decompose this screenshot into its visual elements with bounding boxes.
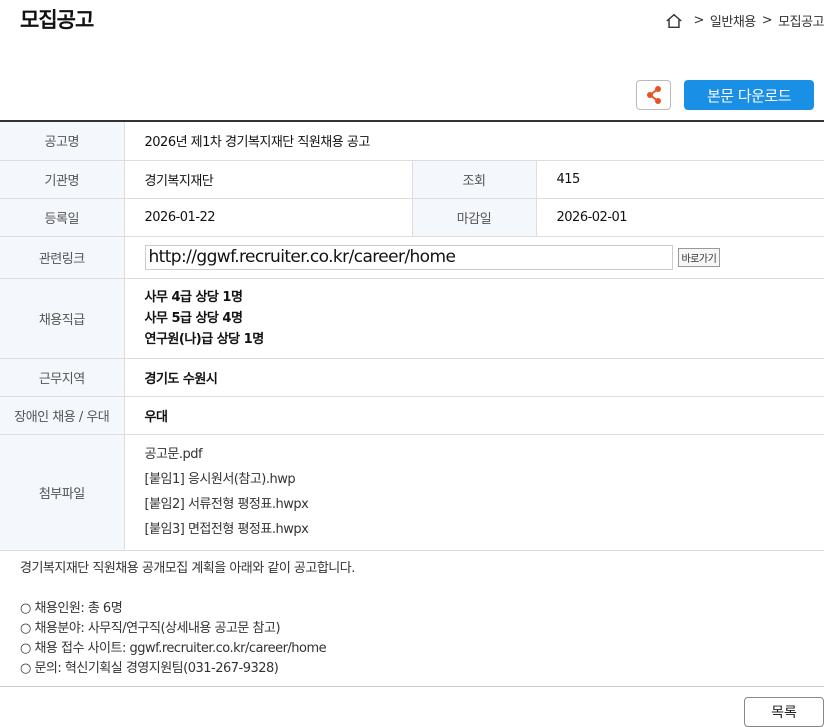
position-item: 사무 5급 상당 4명 (144, 310, 243, 326)
breadcrumb-item-general[interactable]: 일반채용 (710, 11, 756, 30)
breadcrumb-separator: > (693, 13, 705, 28)
breadcrumb-separator: > (761, 13, 773, 28)
positions-label: 채용직급 (0, 278, 125, 359)
notice-item: ○ 채용인원: 총 6명 (20, 601, 123, 616)
go-link-button[interactable]: 바로가기 (677, 247, 721, 267)
notice-item: ○ 채용 접수 사이트: ggwf.recruiter.co.kr/career… (20, 641, 327, 656)
org-value: 경기복지재단 (124, 160, 413, 199)
table-row: 첨부파일 공고문.pdf [붙임1] 응시원서(참고).hwp [붙임2] 서류… (0, 434, 824, 551)
breadcrumb: > 일반채용 > 모집공고 (665, 11, 824, 30)
table-row: 기관명 경기복지재단 조회 415 (0, 160, 824, 199)
link-label: 관련링크 (0, 236, 125, 279)
title-value: 2026년 제1차 경기복지재단 직원채용 공고 (124, 121, 824, 161)
reg-date-value: 2026-01-22 (124, 198, 413, 237)
org-label: 기관명 (0, 160, 125, 199)
files-label: 첨부파일 (0, 434, 125, 551)
disability-label: 장애인 채용 / 우대 (0, 396, 125, 435)
breadcrumb-item-current[interactable]: 모집공고 (778, 11, 824, 30)
table-row: 채용직급 사무 4급 상당 1명 사무 5급 상당 4명 연구원(나)급 상당 … (0, 278, 824, 359)
list-button[interactable]: 목록 (744, 697, 824, 727)
home-icon[interactable] (665, 12, 683, 30)
notice-item: ○ 문의: 혁신기획실 경영지원팀(031-267-9328) (20, 661, 279, 676)
table-row: 등록일 2026-01-22 마감일 2026-02-01 (0, 198, 824, 237)
views-value: 415 (536, 160, 824, 199)
region-label: 근무지역 (0, 358, 125, 397)
position-item: 사무 4급 상당 1명 (144, 289, 243, 305)
link-cell: http://ggwf.recruiter.co.kr/career/home 바… (124, 236, 824, 279)
files-cell: 공고문.pdf [붙임1] 응시원서(참고).hwp [붙임2] 서류전형 평정… (124, 434, 824, 551)
attachment-link[interactable]: [붙임2] 서류전형 평정표.hwpx (145, 492, 824, 517)
notice-intro: 경기복지재단 직원채용 공개모집 계획을 아래와 같이 공고합니다. (20, 561, 355, 576)
attachment-link[interactable]: 공고문.pdf (145, 442, 824, 467)
reg-date-label: 등록일 (0, 198, 125, 237)
deadline-value: 2026-02-01 (536, 198, 824, 237)
attachment-link[interactable]: [붙임1] 응시원서(참고).hwp (145, 467, 824, 492)
deadline-label: 마감일 (412, 198, 537, 237)
positions-cell: 사무 4급 상당 1명 사무 5급 상당 4명 연구원(나)급 상당 1명 (124, 278, 824, 359)
views-label: 조회 (412, 160, 537, 199)
attachment-link[interactable]: [붙임3] 면접전형 평정표.hwpx (145, 517, 824, 542)
region-value: 경기도 수원시 (124, 358, 824, 397)
position-item: 연구원(나)급 상당 1명 (144, 331, 265, 347)
table-row: 근무지역 경기도 수원시 (0, 358, 824, 397)
divider (0, 686, 824, 687)
posting-info-table: 공고명 2026년 제1차 경기복지재단 직원채용 공고 기관명 경기복지재단 … (0, 120, 824, 551)
notice-body: 경기복지재단 직원채용 공개모집 계획을 아래와 같이 공고합니다. ○ 채용인… (20, 559, 355, 679)
share-button[interactable] (636, 80, 671, 110)
table-row: 장애인 채용 / 우대 우대 (0, 396, 824, 435)
disability-value: 우대 (124, 396, 824, 435)
table-row: 공고명 2026년 제1차 경기복지재단 직원채용 공고 (0, 121, 824, 161)
table-row: 관련링크 http://ggwf.recruiter.co.kr/career/… (0, 236, 824, 279)
title-label: 공고명 (0, 121, 125, 161)
page-title: 모집공고 (20, 8, 94, 32)
notice-item: ○ 채용분야: 사무직/연구직(상세내용 공고문 참고) (20, 621, 281, 636)
share-icon (646, 86, 661, 104)
download-body-button[interactable]: 본문 다운로드 (684, 80, 814, 110)
related-link-field[interactable]: http://ggwf.recruiter.co.kr/career/home (144, 244, 673, 270)
